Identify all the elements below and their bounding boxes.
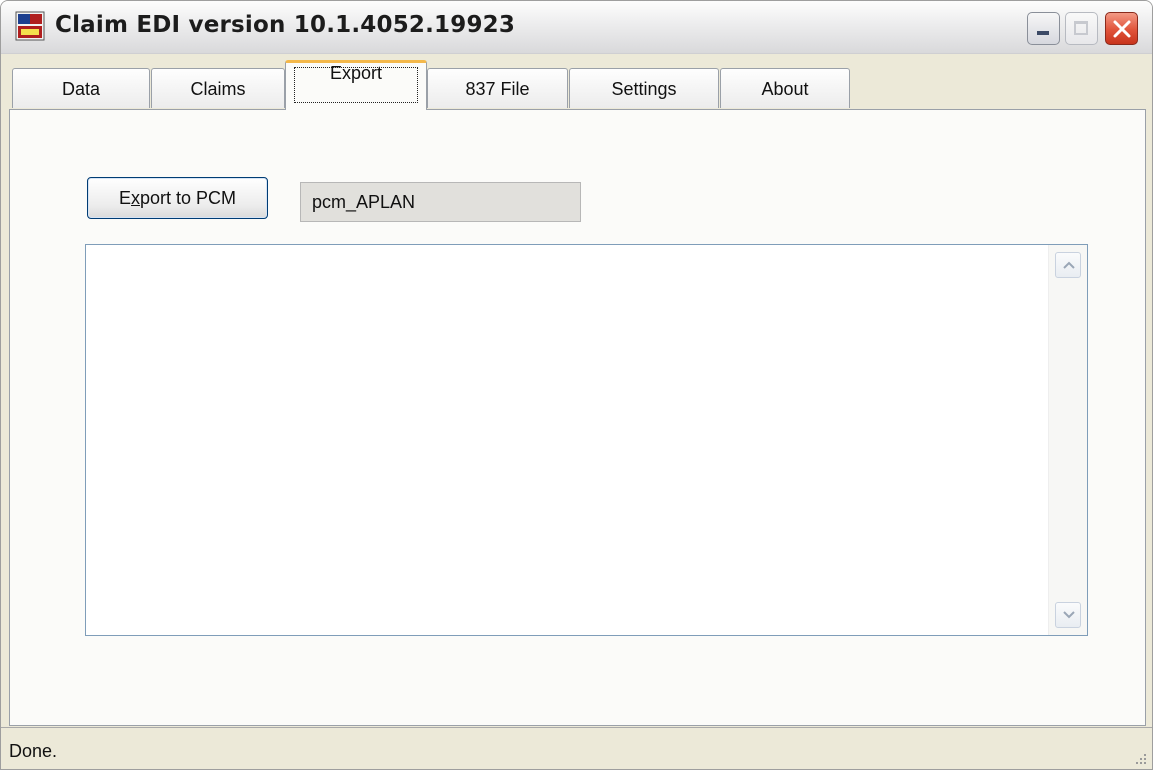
resize-grip-icon[interactable] <box>1132 750 1148 766</box>
export-button-label: Export to PCM <box>118 188 237 208</box>
pcm-name-field[interactable]: pcm_APLAN <box>300 182 581 222</box>
vertical-scrollbar[interactable] <box>1048 245 1087 635</box>
export-output-textbox[interactable] <box>85 244 1088 636</box>
tab-about[interactable]: About <box>720 68 850 108</box>
status-text: Done. <box>9 741 58 761</box>
close-button[interactable] <box>1105 12 1138 45</box>
tab-strip: Data Claims Export 837 File Settings Abo… <box>1 54 1152 110</box>
tab-label: 837 File <box>465 79 530 99</box>
tab-label: Claims <box>190 79 246 99</box>
main-window: Claim EDI version 10.1.4052.19923 Data C… <box>0 0 1153 770</box>
close-icon <box>1113 20 1131 38</box>
mnemonic-char: x <box>130 188 140 208</box>
app-icon <box>15 11 45 41</box>
scroll-up-button[interactable] <box>1055 252 1081 278</box>
maximize-icon <box>1074 21 1088 35</box>
status-bar: Done. <box>1 727 1152 769</box>
maximize-button[interactable] <box>1065 12 1098 45</box>
tab-claims[interactable]: Claims <box>151 68 285 108</box>
tab-data[interactable]: Data <box>12 68 150 108</box>
tab-settings[interactable]: Settings <box>569 68 719 108</box>
export-to-pcm-button[interactable]: Export to PCM <box>87 177 268 219</box>
tab-label: Export <box>329 63 383 83</box>
tab-837-file[interactable]: 837 File <box>427 68 568 108</box>
tab-label: Settings <box>611 79 677 99</box>
tab-label: About <box>761 79 809 99</box>
tab-label: Data <box>61 79 101 99</box>
chevron-down-icon <box>1063 611 1075 619</box>
tab-export[interactable]: Export <box>285 60 427 110</box>
title-bar[interactable]: Claim EDI version 10.1.4052.19923 <box>1 1 1152 54</box>
minimize-icon <box>1037 31 1049 35</box>
window-title: Claim EDI version 10.1.4052.19923 <box>55 12 516 38</box>
minimize-button[interactable] <box>1027 12 1060 45</box>
export-tab-panel: Export to PCM pcm_APLAN <box>9 109 1146 726</box>
scroll-down-button[interactable] <box>1055 602 1081 628</box>
chevron-up-icon <box>1063 261 1075 269</box>
